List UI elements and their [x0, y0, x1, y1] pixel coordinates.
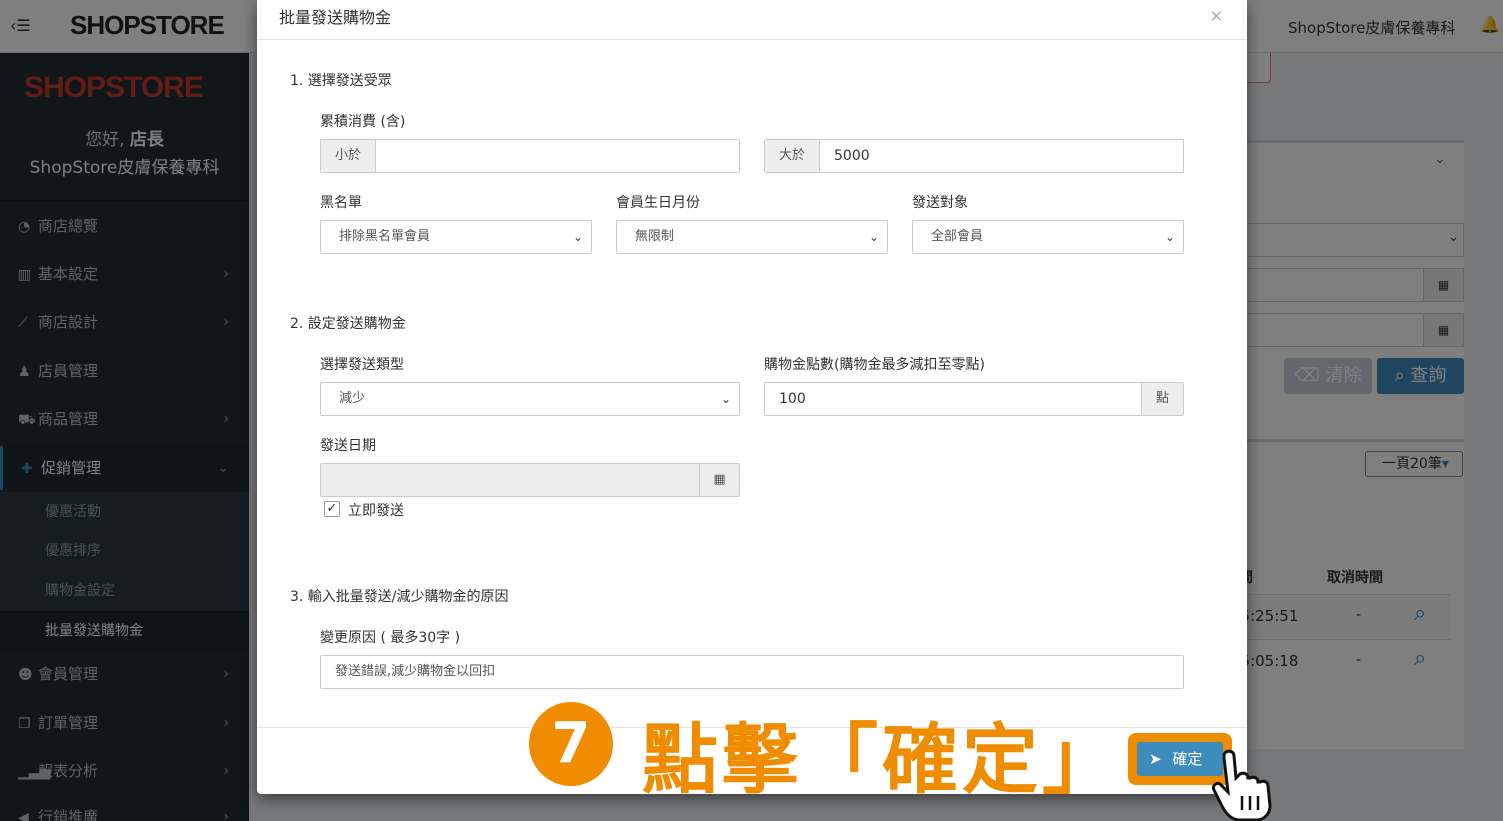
spend-greater-than-field[interactable]: 大於 5000	[764, 139, 1184, 173]
send-now-label: 立即發送	[348, 503, 404, 519]
bulk-credit-modal: 批量發送購物金 × 1. 選擇發送受眾 累積消費 (含) 小於 大於 5000 …	[257, 0, 1247, 794]
spend-label: 累積消費 (含)	[320, 114, 406, 130]
chevron-down-icon: ⌄	[868, 230, 879, 244]
points-field[interactable]: 100 點	[764, 382, 1184, 416]
birthday-select[interactable]: 無限制 ⌄	[616, 220, 888, 254]
paper-plane-icon: ➤	[1149, 750, 1162, 768]
date-label: 發送日期	[320, 438, 376, 454]
chevron-down-icon: ⌄	[720, 392, 731, 406]
step-instruction: 點擊「確定」	[642, 715, 1122, 804]
less-than-input[interactable]	[376, 140, 739, 172]
blacklist-label: 黑名單	[320, 195, 362, 211]
section-3-title: 3. 輸入批量發送/減少購物金的原因	[290, 589, 509, 605]
chevron-down-icon: ⌄	[572, 230, 583, 244]
confirm-button[interactable]: ➤ 確定	[1137, 742, 1223, 776]
blacklist-value: 排除黑名單會員	[339, 229, 431, 244]
less-than-addon: 小於	[321, 140, 377, 172]
target-select[interactable]: 全部會員 ⌄	[912, 220, 1184, 254]
points-label: 購物金點數(購物金最多減扣至零點)	[764, 357, 985, 373]
send-date-input	[321, 464, 699, 496]
type-label: 選擇發送類型	[320, 357, 404, 373]
chevron-down-icon: ⌄	[1164, 230, 1175, 244]
target-value: 全部會員	[931, 229, 984, 244]
reason-label: 變更原因 ( 最多30字 )	[320, 630, 461, 646]
calendar-icon[interactable]: ▦	[699, 464, 739, 496]
type-select[interactable]: 減少 ⌄	[320, 382, 740, 416]
step-number-badge: 7	[529, 702, 613, 786]
confirm-label: 確定	[1172, 750, 1203, 768]
type-value: 減少	[339, 391, 366, 406]
modal-header: 批量發送購物金 ×	[257, 0, 1247, 40]
send-date-field[interactable]: ▦	[320, 463, 740, 497]
section-2-title: 2. 設定發送購物金	[290, 316, 406, 332]
send-now-checkbox[interactable]: ✓	[324, 501, 340, 517]
greater-than-addon: 大於	[765, 140, 821, 172]
greater-than-input[interactable]: 5000	[820, 140, 1183, 172]
birthday-label: 會員生日月份	[616, 195, 700, 211]
hand-cursor-icon	[1212, 749, 1272, 821]
modal-title: 批量發送購物金	[279, 8, 392, 27]
points-input[interactable]: 100	[765, 383, 1141, 415]
birthday-value: 無限制	[635, 229, 675, 244]
points-unit-addon: 點	[1140, 383, 1183, 415]
reason-input[interactable]: 發送錯誤,減少購物金以回扣	[320, 655, 1184, 689]
spend-less-than-field[interactable]: 小於	[320, 139, 740, 173]
close-icon[interactable]: ×	[1210, 6, 1223, 25]
section-1-title: 1. 選擇發送受眾	[290, 73, 392, 89]
target-label: 發送對象	[912, 195, 968, 211]
blacklist-select[interactable]: 排除黑名單會員 ⌄	[320, 220, 592, 254]
